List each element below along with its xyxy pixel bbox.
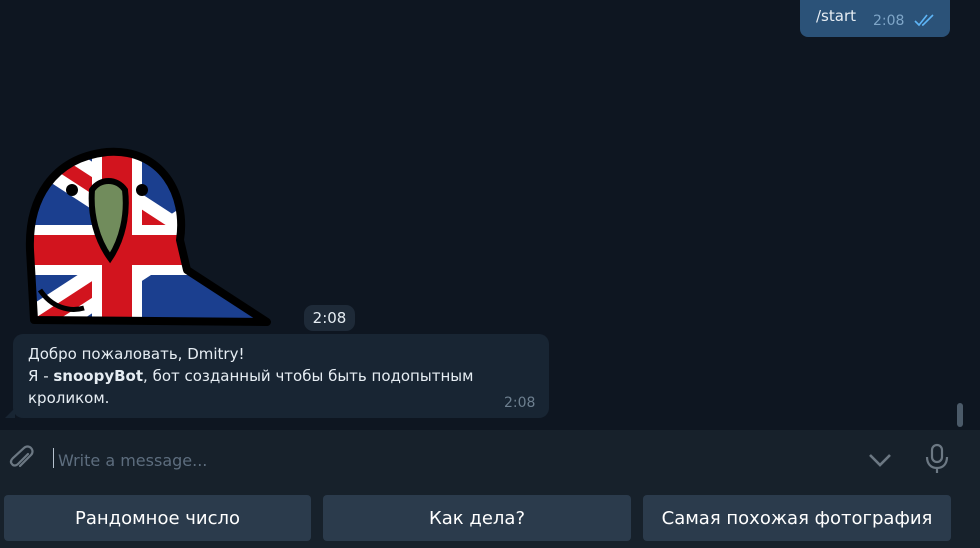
keyboard-button-how-are-you[interactable]: Как дела? bbox=[323, 495, 631, 541]
microphone-icon[interactable] bbox=[922, 442, 952, 476]
bubble-tail bbox=[5, 408, 15, 418]
parrot-sticker[interactable] bbox=[22, 140, 322, 335]
message-line: Я - snoopyBot, бот созданный чтобы быть … bbox=[28, 367, 473, 385]
scrollbar[interactable] bbox=[956, 0, 964, 430]
message-composer bbox=[0, 430, 980, 488]
double-check-icon bbox=[914, 14, 934, 27]
bot-keyboard: Рандомное число Как дела? Самая похожая … bbox=[0, 488, 980, 548]
chevron-down-icon[interactable] bbox=[866, 446, 894, 474]
outgoing-message-text: /start bbox=[816, 7, 856, 25]
incoming-message[interactable]: Добро пожаловать, Dmitry! Я - snoopyBot,… bbox=[5, 334, 549, 418]
outgoing-message-time: 2:08 bbox=[873, 13, 905, 29]
bot-name: snoopyBot bbox=[53, 367, 144, 385]
chat-area: /start 2:08 2:08 Добро пожаловать, Dmitr… bbox=[0, 0, 980, 430]
message-line: кроликом. bbox=[28, 389, 110, 407]
scrollbar-thumb[interactable] bbox=[957, 403, 963, 427]
message-text: Я - bbox=[28, 367, 54, 385]
incoming-message-time: 2:08 bbox=[504, 395, 536, 411]
message-text: , бот созданный чтобы быть подопытным bbox=[143, 367, 474, 385]
paperclip-icon[interactable] bbox=[7, 444, 37, 474]
sticker-time: 2:08 bbox=[304, 305, 355, 331]
message-input[interactable] bbox=[56, 446, 760, 474]
text-cursor bbox=[53, 448, 54, 468]
keyboard-button-similar-photo[interactable]: Самая похожая фотография bbox=[643, 495, 951, 541]
message-line: Добро пожаловать, Dmitry! bbox=[28, 345, 245, 363]
outgoing-message[interactable]: /start 2:08 bbox=[800, 0, 950, 37]
keyboard-button-random-number[interactable]: Рандомное число bbox=[4, 495, 311, 541]
